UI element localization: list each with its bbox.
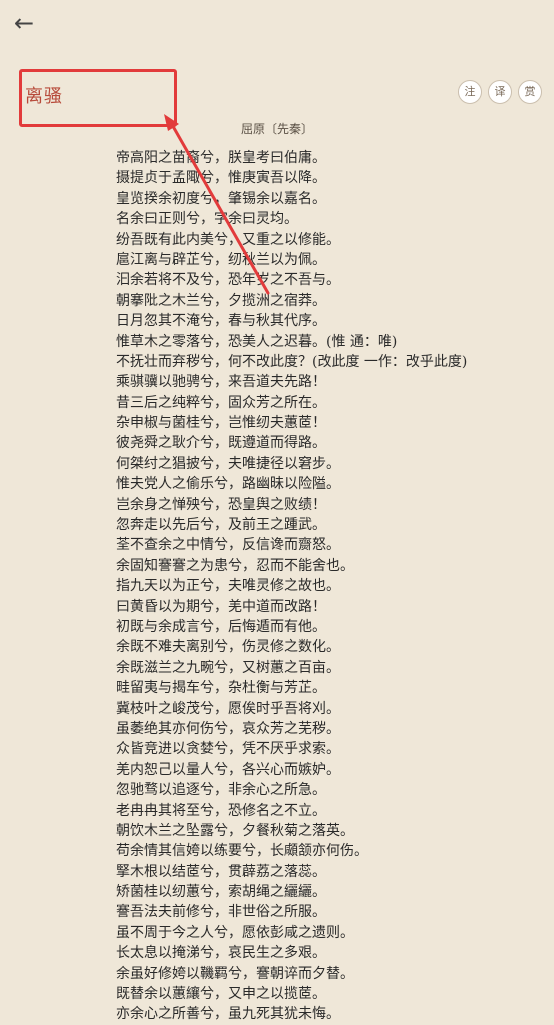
annotation-button[interactable]: 注 <box>458 80 482 104</box>
poem-line: 謇吾法夫前修兮，非世俗之所服。 <box>116 904 326 921</box>
poem-line: 荃不查余之中情兮，反信谗而齌怒。 <box>116 537 340 554</box>
poem-line: 长太息以掩涕兮，哀民生之多艰。 <box>116 945 326 962</box>
poem-line: 名余曰正则兮，字余曰灵均。 <box>116 211 298 228</box>
poem-line: 虽不周于今之人兮，愿依彭咸之遗则。 <box>116 924 354 941</box>
title-highlight-box <box>19 69 177 127</box>
poem-line: 忽奔走以先后兮，及前王之踵武。 <box>116 517 326 534</box>
poem-line: 朝饮木兰之坠露兮，夕餐秋菊之落英。 <box>116 822 354 839</box>
poem-line: 惟夫党人之偷乐兮，路幽昧以险隘。 <box>116 476 340 493</box>
poem-line: 畦留夷与揭车兮，杂杜衡与芳芷。 <box>116 680 326 697</box>
poem-line: 苟余情其信姱以练要兮，长顑颔亦何伤。 <box>116 843 368 860</box>
poem-line: 掔木根以结茝兮，贯薜荔之落蕊。 <box>116 863 326 880</box>
poem-line: 余虽好修姱以鞿羁兮，謇朝谇而夕替。 <box>116 965 354 982</box>
poem-line: 纷吾既有此内美兮，又重之以修能。 <box>116 231 340 248</box>
poem-line: 摄提贞于孟陬兮，惟庚寅吾以降。 <box>116 170 326 187</box>
poem-line: 杂申椒与菌桂兮，岂惟纫夫蕙茝！ <box>116 415 326 432</box>
poem-line: 矫菌桂以纫蕙兮，索胡绳之纚纚。 <box>116 884 326 901</box>
poem-line: 扈江离与辟芷兮，纫秋兰以为佩。 <box>116 251 326 268</box>
poem-line: 冀枝叶之峻茂兮，愿俟时乎吾将刈。 <box>116 700 340 717</box>
translation-button[interactable]: 译 <box>488 80 512 104</box>
back-arrow-icon[interactable]: ← <box>10 8 38 38</box>
poem-line: 汩余若将不及兮，恐年岁之不吾与。 <box>116 272 340 289</box>
poem-line: 皇览揆余初度兮，肇锡余以嘉名。 <box>116 190 326 207</box>
poem-line: 昔三后之纯粹兮，固众芳之所在。 <box>116 394 326 411</box>
poem-line: 岂余身之惮殃兮，恐皇舆之败绩！ <box>116 496 326 513</box>
poem-line: 帝高阳之苗裔兮，朕皇考曰伯庸。 <box>116 150 326 166</box>
poem-line: 亦余心之所善兮，虽九死其犹未悔。 <box>116 1006 340 1023</box>
poem-body: 帝高阳之苗裔兮，朕皇考曰伯庸。 摄提贞于孟陬兮，惟庚寅吾以降。 皇览揆余初度兮，肇锡… <box>116 148 546 1025</box>
poem-line: 何桀纣之猖披兮，夫唯捷径以窘步。 <box>116 455 340 472</box>
reading-tools: 注 译 赏 <box>458 80 542 104</box>
poem-line: 羌内恕己以量人兮，各兴心而嫉妒。 <box>116 761 340 778</box>
poem-line: 虽萎绝其亦何伤兮，哀众芳之芜秽。 <box>116 720 340 737</box>
poem-line: 日月忽其不淹兮，春与秋其代序。 <box>116 313 326 330</box>
poem-line: 不抚壮而弃秽兮，何不改此度？(改此度 一作：改乎此度) <box>116 353 468 370</box>
poem-line: 众皆竞进以贪婪兮，凭不厌乎求索。 <box>116 741 340 758</box>
poem-line: 朝搴阰之木兰兮，夕揽洲之宿莽。 <box>116 292 326 309</box>
poem-line: 曰黄昏以为期兮，羌中道而改路！ <box>116 598 326 615</box>
poem-author: 屈原〔先秦〕 <box>240 122 313 136</box>
poem-line: 指九天以为正兮，夫唯灵修之故也。 <box>116 578 340 595</box>
poem-line: 余固知謇謇之为患兮，忍而不能舍也。 <box>116 557 354 574</box>
top-bar: ← <box>0 0 554 50</box>
poem-line: 乘骐骥以驰骋兮，来吾道夫先路！ <box>116 374 326 391</box>
poem-line: 余既滋兰之九畹兮，又树蕙之百亩。 <box>116 659 340 676</box>
appreciation-button[interactable]: 赏 <box>518 80 542 104</box>
poem-line: 既替余以蕙纕兮，又申之以揽茝。 <box>116 986 326 1003</box>
poem-line: 彼尧舜之耿介兮，既遵道而得路。 <box>116 435 326 452</box>
poem-line: 惟草木之零落兮，恐美人之迟暮。(惟 通：唯) <box>116 333 398 350</box>
poem-line: 忽驰骛以追逐兮，非余心之所急。 <box>116 782 326 799</box>
poem-line: 初既与余成言兮，后悔遁而有他。 <box>116 618 326 635</box>
poem-line: 余既不难夫离别兮，伤灵修之数化。 <box>116 639 340 656</box>
poem-line: 老冉冉其将至兮，恐修名之不立。 <box>116 802 326 819</box>
